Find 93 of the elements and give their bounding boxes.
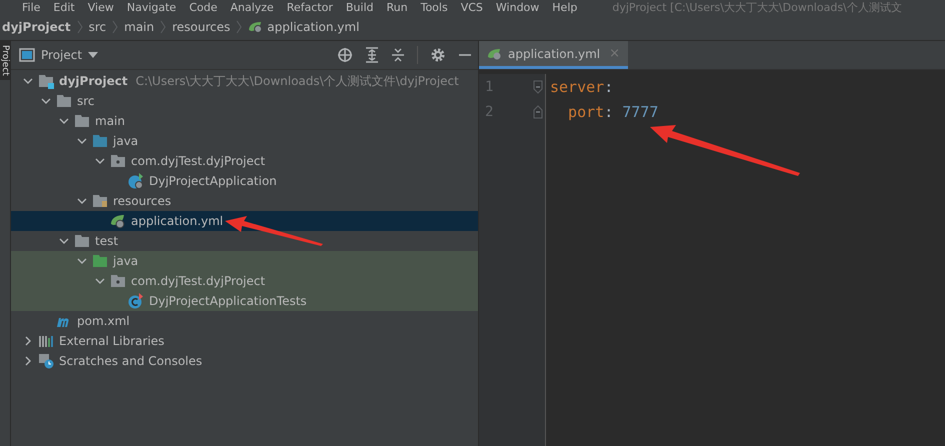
source-folder-icon [92,133,108,149]
menu-item[interactable]: Build [346,0,374,14]
menu-item[interactable]: Navigate [126,0,176,14]
fold-marker-icon[interactable] [533,80,543,94]
chevron-icon [160,20,166,34]
tree-row[interactable]: dyjProject C:\Users\大大丁大大\Downloads\个人测试文件\dyjProject [11,71,478,91]
menu-item[interactable]: Edit [53,0,75,14]
chevron-icon[interactable] [41,96,51,106]
breadcrumb[interactable]: main [124,20,154,34]
menu-item[interactable]: Refactor [286,0,333,14]
menu-item[interactable]: Help [552,0,578,14]
code-token: : [604,102,614,120]
chevron-icon[interactable] [23,356,33,366]
tree-row[interactable]: pom.xml [11,311,478,331]
chevron-icon [236,20,242,34]
chevron-icon[interactable] [23,336,33,346]
code-token: port [567,102,604,120]
tree-row[interactable]: Scratches and Consoles [11,351,478,371]
code-token: server [550,78,604,96]
tree-row[interactable]: resources [11,191,478,211]
menu-item[interactable]: Run [386,0,408,14]
menu-item[interactable]: VCS [460,0,483,14]
tree-row[interactable]: main [11,111,478,131]
leaf-file-icon [487,46,503,60]
menu-item[interactable]: Code [189,0,218,14]
tree-item-label: application.yml [131,214,224,228]
project-tool-tab[interactable]: Project [0,41,10,80]
code-token: : [604,78,614,96]
breadcrumb[interactable]: application.yml [248,20,360,34]
tree-row[interactable]: src [11,91,478,111]
chevron-icon[interactable] [77,196,87,206]
menu-item[interactable]: Analyze [230,0,274,14]
chevron-icon [112,20,118,34]
tree-row[interactable]: External Libraries [11,331,478,351]
window-title: dyjProject [C:\Users\大大丁大大\Downloads\个人测试文 [612,0,902,14]
tree-row[interactable]: DyjProjectApplication [11,171,478,191]
tree-item-label: Scratches and Consoles [59,354,202,368]
chevron-icon[interactable] [95,156,105,166]
tree-item-label: DyjProjectApplicationTests [149,294,307,308]
tree-row[interactable]: com.dyjTest.dyjProject [11,151,478,171]
chevron-icon[interactable] [59,236,69,246]
collapse-all-icon[interactable] [391,47,405,63]
folder-icon [74,113,90,129]
breadcrumb[interactable]: dyjProject [2,20,71,34]
editor-tab[interactable]: application.yml × [479,41,628,69]
tree-item-label: External Libraries [59,334,164,348]
menu-item[interactable]: Tools [420,0,448,14]
tree-row[interactable]: com.dyjTest.dyjProject [11,271,478,291]
settings-icon[interactable] [430,47,446,63]
breadcrumb[interactable]: resources [172,20,230,34]
menu-item[interactable]: File [22,0,40,14]
tree-row[interactable]: java [11,251,478,271]
package-icon [110,273,126,289]
tree-row[interactable]: java [11,131,478,151]
chevron-icon[interactable] [23,76,33,86]
project-view-dropdown[interactable]: Project [19,48,98,62]
chevron-icon[interactable] [95,276,105,286]
scratches-icon [38,353,54,369]
tree-item-label: resources [113,194,172,208]
chevron-icon[interactable] [77,136,87,146]
tree-row[interactable]: application.yml [11,211,478,231]
tree-item-label: dyjProject [59,74,128,88]
menu-item[interactable]: View [88,0,114,14]
tree-item-label: DyjProjectApplication [149,174,277,188]
chevron-icon [76,20,83,34]
folder-icon [74,233,90,249]
expand-all-icon[interactable] [365,47,379,63]
breadcrumb[interactable]: src [88,20,106,34]
tree-item-label: src [77,94,95,108]
module-icon [38,73,54,89]
tree-item-label: com.dyjTest.dyjProject [131,154,266,168]
tree-item-label: pom.xml [77,314,130,328]
chevron-icon[interactable] [77,256,87,266]
menu-item[interactable]: Window [496,0,540,14]
tree-item-label: com.dyjTest.dyjProject [131,274,266,288]
tree-item-label: java [113,254,138,268]
tree-item-label: test [95,234,118,248]
tree-item-label: java [113,134,138,148]
locate-icon[interactable] [337,47,353,63]
resources-folder-icon [92,193,108,209]
libraries-icon [38,333,54,349]
package-icon [110,153,126,169]
fold-marker-icon[interactable] [533,104,543,118]
chevron-icon[interactable] [59,116,69,126]
project-path: C:\Users\大大丁大大\Downloads\个人测试文件\dyjProject [136,72,459,90]
tree-item-label: main [95,114,125,128]
folder-icon [56,93,72,109]
dropdown-caret-icon [88,52,98,58]
test-folder-icon [92,253,108,269]
code-token: 7777 [622,102,658,120]
tree-row[interactable]: test [11,231,478,251]
tree-row[interactable]: DyjProjectApplicationTests [11,291,478,311]
panel-icon [19,48,35,62]
